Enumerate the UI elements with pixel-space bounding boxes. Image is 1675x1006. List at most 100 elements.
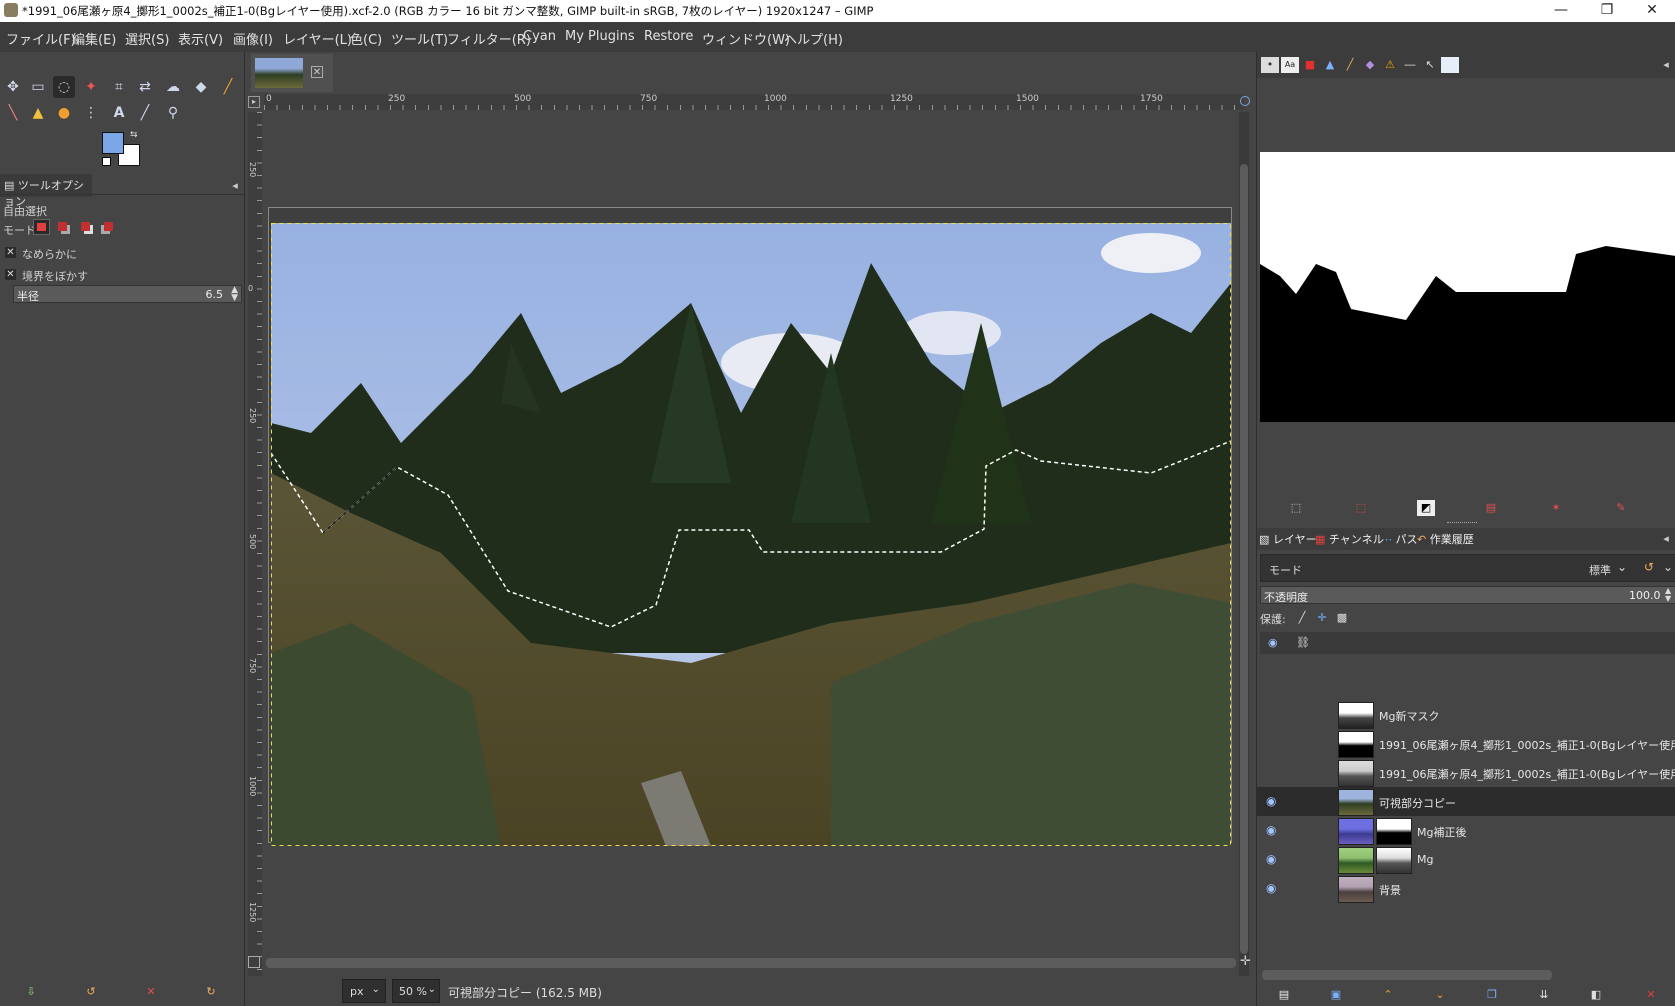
- pointer-tab-icon[interactable]: ―: [1401, 57, 1419, 73]
- zoom-icon[interactable]: ⚲: [162, 102, 184, 124]
- reset-options-icon[interactable]: ↻: [202, 984, 220, 1000]
- mode-replace-button[interactable]: [33, 219, 50, 235]
- configure-tab-icon[interactable]: ◂: [1657, 531, 1675, 547]
- navigate-icon[interactable]: [248, 956, 260, 968]
- default-colors-icon[interactable]: [102, 157, 111, 166]
- clone-icon[interactable]: ▲: [27, 102, 49, 124]
- paint-dynamics-tab-icon[interactable]: ╱: [1341, 57, 1359, 73]
- close-button[interactable]: ✕: [1629, 0, 1675, 22]
- delete-layer-icon[interactable]: ✕: [1642, 987, 1660, 1003]
- crop-icon[interactable]: ⌗: [108, 76, 130, 98]
- menu-tools[interactable]: ツール(T): [391, 29, 448, 48]
- color-picker-icon[interactable]: ╱: [134, 102, 156, 124]
- radius-spin-icon[interactable]: ▲ ▼: [231, 286, 238, 303]
- tab-layers[interactable]: ▧ レイヤー: [1259, 531, 1317, 547]
- rect-select-icon[interactable]: ▭: [27, 76, 49, 98]
- opacity-slider[interactable]: 不透明度 100.0 ▲ ▼: [1260, 586, 1675, 604]
- transform-icon[interactable]: ⇄: [134, 76, 156, 98]
- eye-icon[interactable]: ◉: [1266, 824, 1286, 836]
- free-select-icon[interactable]: ◌: [53, 76, 75, 98]
- menu-edit[interactable]: 編集(E): [72, 29, 116, 48]
- cursor-tab-icon[interactable]: ↖: [1421, 57, 1439, 73]
- navigation-tab-icon[interactable]: [1441, 57, 1459, 73]
- menu-help[interactable]: ヘルプ(H): [784, 29, 843, 48]
- select-none-icon[interactable]: ⬚: [1352, 500, 1370, 516]
- eraser-icon[interactable]: ╲: [2, 102, 24, 124]
- warning-tab-icon[interactable]: ⚠: [1381, 57, 1399, 73]
- zoom-select[interactable]: 50 % ⌄: [392, 979, 440, 1003]
- chevron-down-icon[interactable]: ⌄: [1663, 560, 1673, 574]
- restore-preset-icon[interactable]: ↺: [82, 984, 100, 1000]
- fonts-tab-icon[interactable]: Aa: [1281, 57, 1299, 73]
- duplicate-layer-icon[interactable]: ❐: [1483, 987, 1501, 1003]
- pencil-icon[interactable]: ╱: [217, 76, 239, 98]
- paths-icon[interactable]: ⋮: [80, 102, 102, 124]
- add-mask-icon[interactable]: ◧: [1587, 987, 1605, 1003]
- quick-mask-menu-icon[interactable]: ▸: [248, 96, 260, 108]
- lower-layer-icon[interactable]: ⌄: [1431, 987, 1449, 1003]
- layer-mode-select[interactable]: モード 標準 ⌄ ↺ ⌄: [1260, 554, 1675, 582]
- radius-slider[interactable]: 半径 6.5 ▲ ▼: [13, 285, 242, 303]
- menu-windows[interactable]: ウィンドウ(W): [702, 29, 790, 48]
- select-all-icon[interactable]: ⬚: [1287, 500, 1305, 516]
- menu-select[interactable]: 選択(S): [125, 29, 169, 48]
- merge-layer-icon[interactable]: ⇊: [1535, 987, 1553, 1003]
- horizontal-scrollbar[interactable]: [266, 958, 1236, 968]
- navigation-preview[interactable]: [1260, 152, 1675, 422]
- menu-file[interactable]: ファイル(F): [6, 29, 76, 48]
- to-path-icon[interactable]: ✶: [1547, 500, 1565, 516]
- save-preset-icon[interactable]: ⇩: [22, 984, 40, 1000]
- histogram-tab-icon[interactable]: ▲: [1321, 57, 1339, 73]
- navigate-cross-icon[interactable]: ✛: [1240, 954, 1251, 969]
- patterns-tab-icon[interactable]: ◆: [1361, 57, 1379, 73]
- eye-icon[interactable]: ◉: [1266, 853, 1286, 865]
- zoom-fit-icon[interactable]: [1240, 96, 1250, 106]
- lock-alpha-icon[interactable]: ▩: [1333, 610, 1351, 626]
- raise-layer-icon[interactable]: ⌃: [1379, 987, 1397, 1003]
- warp-icon[interactable]: ☁: [162, 76, 184, 98]
- menu-image[interactable]: 画像(I): [233, 29, 273, 48]
- new-layer-icon[interactable]: ▤: [1275, 987, 1293, 1003]
- bucket-fill-icon[interactable]: ◆: [190, 76, 212, 98]
- foreground-color-swatch[interactable]: [102, 132, 124, 154]
- smudge-icon[interactable]: ●: [53, 102, 75, 124]
- menu-restore[interactable]: Restore: [644, 29, 693, 44]
- tab-channels[interactable]: ▦ チャンネル: [1315, 531, 1384, 547]
- composite-mode-icon[interactable]: ↺: [1644, 560, 1654, 574]
- image-canvas[interactable]: [271, 223, 1231, 846]
- close-tab-icon[interactable]: ✕: [311, 66, 323, 78]
- brushes-tab-icon[interactable]: •: [1261, 57, 1279, 73]
- new-layer-group-icon[interactable]: ▣: [1327, 987, 1345, 1003]
- tab-undo-history[interactable]: ↶ 作業履歴: [1417, 531, 1474, 547]
- mode-add-button[interactable]: [56, 220, 70, 234]
- stroke-selection-icon[interactable]: ✎: [1612, 500, 1630, 516]
- dock-separator[interactable]: [1447, 522, 1477, 525]
- maximize-button[interactable]: ❐: [1584, 0, 1630, 22]
- unit-select[interactable]: px ⌄: [342, 979, 386, 1003]
- layer-row[interactable]: 1991_06尾瀬ヶ原4_擲形1_0002s_補正1-0(Bgレイヤー使用).t…: [1257, 758, 1675, 787]
- layers-horizontal-scrollbar[interactable]: [1262, 970, 1552, 980]
- menu-cyan[interactable]: Cyan: [523, 29, 556, 44]
- layer-row[interactable]: ◉ 背景: [1257, 874, 1675, 903]
- menu-colors[interactable]: 色(C): [350, 29, 382, 48]
- configure-tab-icon[interactable]: ◂: [226, 178, 244, 194]
- save-to-channel-icon[interactable]: ▤: [1482, 500, 1500, 516]
- menu-my-plugins[interactable]: My Plugins: [565, 29, 635, 44]
- mode-subtract-button[interactable]: [79, 220, 93, 234]
- mode-intersect-button[interactable]: [102, 220, 116, 234]
- vertical-scrollbar[interactable]: [1239, 112, 1249, 980]
- layer-row[interactable]: Mg新マスク: [1257, 700, 1675, 729]
- configure-tab-icon[interactable]: ◂: [1657, 57, 1675, 73]
- delete-preset-icon[interactable]: ✕: [142, 984, 160, 1000]
- eye-icon[interactable]: ◉: [1266, 795, 1286, 807]
- text-icon[interactable]: A: [108, 102, 130, 124]
- feather-checkbox[interactable]: ✕: [5, 269, 16, 280]
- lock-pixels-icon[interactable]: ╱: [1293, 610, 1311, 626]
- layer-row[interactable]: 1991_06尾瀬ヶ原4_擲形1_0002s_補正1-0(Bgレイヤー使用).t…: [1257, 729, 1675, 758]
- opacity-spin-icon[interactable]: ▲ ▼: [1665, 587, 1671, 603]
- lock-position-icon[interactable]: ✛: [1313, 610, 1331, 626]
- tab-paths[interactable]: ⋯ パス: [1381, 531, 1418, 547]
- eye-icon[interactable]: ◉: [1266, 882, 1286, 894]
- menu-view[interactable]: 表示(V): [178, 29, 223, 48]
- layer-row[interactable]: ◉ Mg補正後: [1257, 816, 1675, 845]
